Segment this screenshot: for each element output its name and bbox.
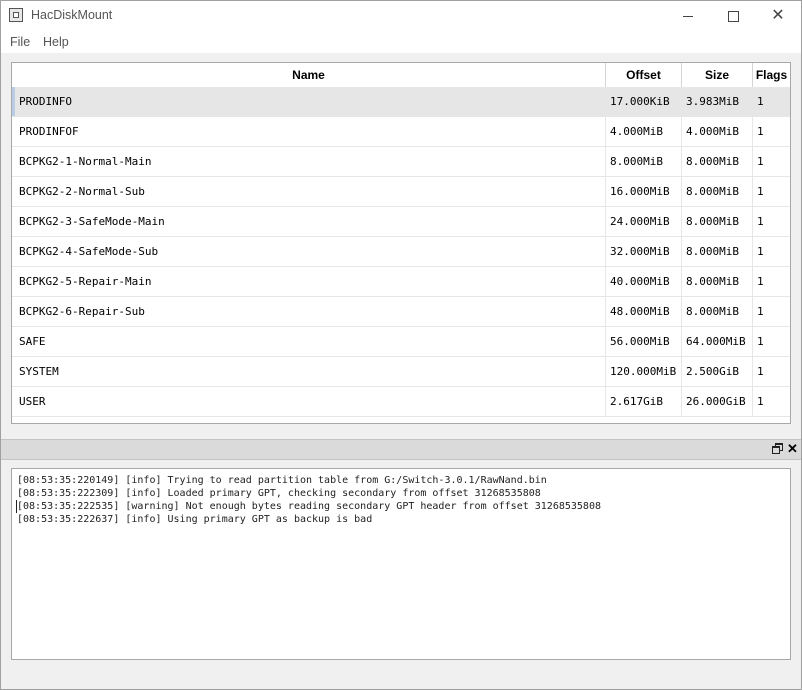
cell-name: USER (12, 387, 606, 416)
log-output[interactable]: [08:53:35:220149] [info] Trying to read … (11, 468, 791, 660)
maximize-icon (727, 10, 739, 22)
cell-name: BCPKG2-3-SafeMode-Main (12, 207, 606, 236)
cell-offset: 8.000MiB (606, 147, 682, 176)
table-row[interactable]: USER 2.617GiB 26.000GiB 1 (12, 387, 790, 417)
cell-size: 8.000MiB (682, 237, 753, 266)
cell-name: PRODINFO (12, 87, 606, 116)
table-row[interactable]: BCPKG2-1-Normal-Main 8.000MiB 8.000MiB 1 (12, 147, 790, 177)
cell-offset: 120.000MiB (606, 357, 682, 386)
menu-help[interactable]: Help (43, 35, 69, 49)
close-button[interactable]: ✕ (755, 1, 801, 31)
minimize-icon (683, 15, 693, 17)
cell-flags: 1 (757, 275, 764, 288)
minimize-button[interactable] (665, 1, 711, 31)
cell-name: BCPKG2-1-Normal-Main (12, 147, 606, 176)
column-header-offset[interactable]: Offset (606, 63, 682, 87)
table-row[interactable]: PRODINFOF 4.000MiB 4.000MiB 1 (12, 117, 790, 147)
status-bar (1, 663, 801, 689)
cell-flags: 1 (757, 245, 764, 258)
cell-size: 8.000MiB (682, 267, 753, 296)
log-line: [08:53:35:222637] [info] Using primary G… (17, 514, 373, 525)
log-line: [08:53:35:220149] [info] Trying to read … (17, 475, 547, 486)
column-header-size[interactable]: Size (682, 63, 753, 87)
menu-bar: File Help (1, 31, 801, 53)
cell-offset: 24.000MiB (606, 207, 682, 236)
cell-offset: 32.000MiB (606, 237, 682, 266)
cell-name: PRODINFOF (12, 117, 606, 146)
close-icon[interactable]: ✕ (787, 441, 798, 456)
cell-flags: 1 (757, 125, 764, 138)
cell-name: BCPKG2-5-Repair-Main (12, 267, 606, 296)
cell-offset: 48.000MiB (606, 297, 682, 326)
title-bar[interactable]: HacDiskMount ✕ (1, 1, 801, 31)
table-row[interactable]: SAFE 56.000MiB 64.000MiB 1 (12, 327, 790, 357)
column-header-flags[interactable]: Flags (753, 63, 790, 87)
partition-table[interactable]: Name Offset Size Flags PRODINFO 17.000Ki… (11, 62, 791, 424)
app-window: HacDiskMount ✕ File Help Name Offset Siz… (0, 0, 802, 690)
log-line: [08:53:35:222309] [info] Loaded primary … (17, 488, 541, 499)
table-header: Name Offset Size Flags (12, 63, 790, 88)
table-row[interactable]: BCPKG2-3-SafeMode-Main 24.000MiB 8.000Mi… (12, 207, 790, 237)
cell-flags: 1 (757, 215, 764, 228)
table-row[interactable]: SYSTEM 120.000MiB 2.500GiB 1 (12, 357, 790, 387)
table-row[interactable]: BCPKG2-2-Normal-Sub 16.000MiB 8.000MiB 1 (12, 177, 790, 207)
table-row[interactable]: BCPKG2-6-Repair-Sub 48.000MiB 8.000MiB 1 (12, 297, 790, 327)
cell-flags: 1 (757, 395, 764, 408)
cell-name: BCPKG2-6-Repair-Sub (12, 297, 606, 326)
cell-offset: 40.000MiB (606, 267, 682, 296)
cell-size: 8.000MiB (682, 297, 753, 326)
cell-offset: 2.617GiB (606, 387, 682, 416)
cell-name: BCPKG2-4-SafeMode-Sub (12, 237, 606, 266)
cell-name: BCPKG2-2-Normal-Sub (12, 177, 606, 206)
cell-flags: 1 (757, 365, 764, 378)
log-line: [08:53:35:222535] [warning] Not enough b… (16, 500, 790, 513)
cell-flags: 1 (757, 95, 764, 108)
cell-size: 8.000MiB (682, 177, 753, 206)
cell-size: 4.000MiB (682, 117, 753, 146)
menu-file[interactable]: File (10, 35, 30, 49)
cell-flags: 1 (757, 185, 764, 198)
cell-size: 8.000MiB (682, 147, 753, 176)
close-icon: ✕ (771, 7, 785, 24)
maximize-button[interactable] (710, 1, 756, 31)
cell-flags: 1 (757, 155, 764, 168)
cell-name: SYSTEM (12, 357, 606, 386)
log-dock-titlebar[interactable]: ✕ (1, 439, 801, 460)
column-header-name[interactable]: Name (12, 63, 606, 87)
table-row[interactable]: BCPKG2-5-Repair-Main 40.000MiB 8.000MiB … (12, 267, 790, 297)
cell-flags: 1 (757, 305, 764, 318)
table-body: PRODINFO 17.000KiB 3.983MiB 1 PRODINFOF … (12, 87, 790, 417)
cell-offset: 17.000KiB (606, 87, 682, 116)
cell-offset: 56.000MiB (606, 327, 682, 356)
cell-name: SAFE (12, 327, 606, 356)
table-row[interactable]: BCPKG2-4-SafeMode-Sub 32.000MiB 8.000MiB… (12, 237, 790, 267)
app-icon (9, 8, 23, 22)
cell-flags: 1 (757, 335, 764, 348)
table-row[interactable]: PRODINFO 17.000KiB 3.983MiB 1 (12, 87, 790, 117)
cell-size: 8.000MiB (682, 207, 753, 236)
cell-size: 2.500GiB (682, 357, 753, 386)
cell-offset: 4.000MiB (606, 117, 682, 146)
cell-size: 64.000MiB (682, 327, 753, 356)
float-window-icon[interactable] (772, 443, 783, 454)
cell-offset: 16.000MiB (606, 177, 682, 206)
cell-size: 3.983MiB (682, 87, 753, 116)
cell-size: 26.000GiB (682, 387, 753, 416)
window-title: HacDiskMount (31, 8, 113, 22)
